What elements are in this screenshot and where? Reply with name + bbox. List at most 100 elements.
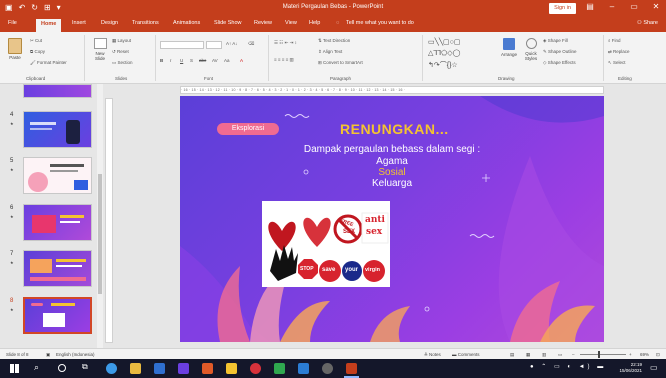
tab-animations[interactable]: Animations xyxy=(173,20,200,26)
zoom-in-button[interactable]: + xyxy=(629,352,632,357)
tell-me-input[interactable]: Tell me what you want to do xyxy=(346,20,414,26)
app-icon[interactable] xyxy=(178,363,189,374)
cut-button[interactable]: ✂ Cut xyxy=(30,38,42,44)
bullets-icon[interactable]: ☰ ☷ ⇤ ⇥ ↕ xyxy=(274,40,297,46)
slideshow-icon[interactable]: ▭ xyxy=(558,352,562,358)
find-button[interactable]: ⌕ Find xyxy=(608,38,621,43)
sign-in-button[interactable]: Sign in xyxy=(549,3,576,14)
tab-file[interactable]: File xyxy=(8,20,17,26)
text-direction-button[interactable]: ⇅ Text Direction xyxy=(318,38,350,44)
italic-button[interactable]: I xyxy=(170,58,171,63)
align-icons[interactable]: ≡ ≡ ≡ ≡ ▥ xyxy=(274,57,294,63)
shapes-gallery[interactable]: ▭╲╲▢○▢ xyxy=(428,38,461,46)
thumbnail-scrollbar[interactable] xyxy=(97,84,103,366)
slide-thumbnail-6[interactable] xyxy=(23,204,92,241)
font-grow-icon[interactable]: A↑ A↓ xyxy=(226,41,238,46)
app-icon[interactable] xyxy=(274,363,285,374)
zoom-slider[interactable] xyxy=(580,351,626,358)
reset-button[interactable]: ↺ Reset xyxy=(112,49,129,55)
shape-fill-button[interactable]: ◈ Shape Fill xyxy=(543,38,568,44)
format-painter-button[interactable]: 🖌 Format Painter xyxy=(30,60,67,66)
copy-button[interactable]: ⧉ Copy xyxy=(30,49,45,54)
tab-insert[interactable]: Insert xyxy=(72,20,86,26)
word-icon[interactable] xyxy=(298,363,309,374)
search-icon[interactable]: ⌕ xyxy=(34,362,39,373)
list-item-keluarga[interactable]: Keluarga xyxy=(180,178,604,189)
eksplorasi-tag[interactable]: Eksplorasi xyxy=(217,123,279,135)
shapes-gallery-row2[interactable]: △⅂⅂⬠◇◯ xyxy=(428,49,460,57)
slide-thumbnail-7[interactable] xyxy=(23,250,92,287)
fit-slide-icon[interactable]: ⊡ xyxy=(656,352,660,358)
change-case-button[interactable]: Aa xyxy=(224,58,230,63)
minimize-button[interactable]: – xyxy=(605,2,619,11)
close-button[interactable]: ✕ xyxy=(649,2,663,11)
tab-slide-show[interactable]: Slide Show xyxy=(214,20,242,26)
share-button[interactable]: ⚇ Share xyxy=(637,20,658,26)
tab-review[interactable]: Review xyxy=(254,20,272,26)
notes-button[interactable]: ≜ Notes xyxy=(424,352,441,358)
tab-design[interactable]: Design xyxy=(101,20,118,26)
quick-styles-button[interactable]: Quick Styles xyxy=(521,38,541,61)
reading-view-icon[interactable]: ▥ xyxy=(542,352,546,358)
arrange-button[interactable]: Arrange xyxy=(498,38,520,57)
select-button[interactable]: ↖ Select xyxy=(608,60,626,66)
font-color-icon[interactable]: A xyxy=(240,58,243,63)
clear-formatting-icon[interactable]: ⌫ xyxy=(248,41,254,47)
notification-icon[interactable]: ▭ xyxy=(650,363,658,372)
app-icon[interactable] xyxy=(322,363,333,374)
powerpoint-icon[interactable] xyxy=(346,363,357,374)
chrome-icon[interactable] xyxy=(250,363,261,374)
layout-button[interactable]: ▦ Layout xyxy=(112,38,131,44)
strikethrough-button[interactable]: abc xyxy=(199,58,206,63)
slide-canvas[interactable]: Eksplorasi RENUNGKAN... Dampak pergaulan… xyxy=(180,96,604,342)
windows-start-icon[interactable] xyxy=(10,364,19,373)
zoom-level[interactable]: 69% xyxy=(640,352,649,357)
list-item-agama[interactable]: Agama xyxy=(180,156,604,167)
char-spacing-icon[interactable]: AV xyxy=(212,58,218,63)
bold-button[interactable]: B xyxy=(160,58,163,63)
restore-button[interactable]: ▭ xyxy=(627,2,641,11)
zoom-slider-thumb[interactable] xyxy=(598,351,600,358)
shape-effects-button[interactable]: ◇ Shape Effects xyxy=(543,60,576,66)
align-text-button[interactable]: ⇕ Align Text xyxy=(318,49,342,55)
tab-home[interactable]: Home xyxy=(36,19,62,32)
convert-smartart-button[interactable]: ⊞ Convert to SmartArt xyxy=(318,60,363,66)
slide-thumbnail-3[interactable] xyxy=(23,84,92,98)
app-icon[interactable] xyxy=(202,363,213,374)
slide-thumbnail-5[interactable] xyxy=(23,157,92,194)
file-explorer-icon[interactable] xyxy=(130,363,141,374)
underline-button[interactable]: U xyxy=(180,58,183,63)
comments-button[interactable]: ▬ Comments xyxy=(452,352,480,357)
scrollbar-thumb[interactable] xyxy=(98,174,102,294)
paste-button[interactable]: Paste xyxy=(4,38,26,60)
language-indicator[interactable]: English (Indonesia) xyxy=(56,352,95,357)
slide-thumbnail-4[interactable] xyxy=(23,111,92,148)
task-view-icon[interactable]: ⧉ xyxy=(82,362,88,372)
font-size-dropdown[interactable] xyxy=(206,41,222,49)
section-button[interactable]: ▭ Section xyxy=(112,60,133,66)
tab-help[interactable]: Help xyxy=(309,20,320,26)
slide-title[interactable]: RENUNGKAN... xyxy=(340,121,449,137)
slide-subtitle[interactable]: Dampak pergaulan bebass dalam segi : xyxy=(180,144,604,155)
tab-view[interactable]: View xyxy=(285,20,297,26)
tab-transitions[interactable]: Transitions xyxy=(132,20,159,26)
replace-button[interactable]: ⇄ Replace xyxy=(608,49,630,55)
shadow-button[interactable]: S xyxy=(190,58,193,63)
cortana-icon[interactable] xyxy=(58,364,66,372)
list-item-sosial[interactable]: Sosial xyxy=(180,167,604,178)
app-icon[interactable] xyxy=(226,363,237,374)
normal-view-icon[interactable]: ▤ xyxy=(510,352,514,358)
clock[interactable]: 22:19 15/06/2021 xyxy=(619,362,642,374)
edge-icon[interactable] xyxy=(106,363,117,374)
shapes-gallery-row3[interactable]: ↰↷⌒{}☆ xyxy=(428,60,458,70)
anti-free-sex-image[interactable]: FREE SEX anti sex STOP save your virgin xyxy=(262,201,390,287)
font-name-dropdown[interactable] xyxy=(160,41,204,49)
shape-outline-button[interactable]: ✎ Shape Outline xyxy=(543,49,577,55)
spellcheck-icon[interactable]: ▣ xyxy=(46,352,50,358)
slide-thumbnail-8[interactable] xyxy=(23,297,92,334)
store-icon[interactable] xyxy=(154,363,165,374)
zoom-out-button[interactable]: – xyxy=(572,352,575,357)
ribbon-display-icon[interactable]: ▤ xyxy=(583,2,597,11)
system-tray-icons[interactable]: ● ⌃ ▭ ◐ ◄) ▬ xyxy=(530,363,606,370)
slide-sorter-icon[interactable]: ▦ xyxy=(526,352,530,358)
